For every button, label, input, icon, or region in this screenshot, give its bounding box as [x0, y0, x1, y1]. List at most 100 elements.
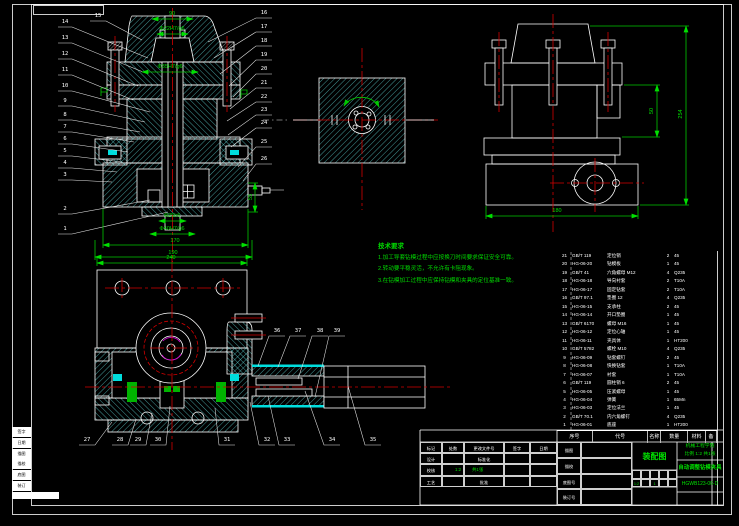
frame-side-cell: 描校 [12, 459, 31, 470]
balloon-number: 17 [260, 24, 268, 30]
balloon-number: 5 [63, 148, 67, 154]
balloon-number: 16 [260, 10, 268, 16]
bom-row: 15 HG-06-15 支承柱 2 45 [561, 303, 680, 309]
elevation-view [483, 14, 644, 232]
bom-row: 10 GB/T 5782 螺栓 M10 4 Q235 [561, 346, 686, 352]
bom-row: 20 HG-06-20 钻模板 1 45 [561, 261, 680, 267]
title-mid-cell [581, 489, 632, 505]
mini-cell [659, 478, 668, 487]
technical-notes: 技术要求 1.加工导套钻模过程中应按换刀时间要求保证安全可靠。 2.转动要平稳灵… [378, 240, 517, 287]
balloon-number: 24 [260, 120, 268, 126]
balloon-number: 26 [260, 156, 268, 162]
dim-text: Φ22H7/g6 [159, 26, 185, 32]
title-mid-cell: 装订号 [557, 489, 581, 505]
note-line: 1.加工导套钻模过程中应按换刀时间要求保证安全可靠。 [378, 255, 517, 261]
balloon-number: 8 [63, 112, 67, 118]
mini-cell [650, 470, 659, 479]
note-line: 3.在钻模加工过程中应保持钻模和夹具的定位基准一致。 [378, 277, 517, 284]
balloon-number: 35 [369, 437, 377, 443]
mini-cell [641, 478, 650, 487]
balloon-number: 38 [316, 328, 324, 334]
bom-row: 21 GB/T 119 定位销 2 45 [561, 253, 680, 258]
balloon-number: 28 [116, 437, 124, 443]
section-view-main [94, 8, 271, 262]
balloon-number: 19 [260, 52, 268, 58]
mini-cell [659, 470, 668, 479]
bom-row: 5 HG-06-05 压紧螺母 1 45 [563, 388, 680, 394]
project-title: 自动调整钻模夹具 [678, 465, 722, 471]
balloon-number: 1 [63, 226, 67, 232]
bom-row: 9 HG-06-09 钻套螺钉 2 45 [563, 354, 680, 360]
title-mid-cell: 描图 [557, 442, 581, 458]
frame-side-cell: 装订 [12, 480, 31, 491]
bom-row: 18 HG-06-18 导向衬套 2 T10A [561, 278, 685, 284]
drawing-name: 装配图 [642, 451, 667, 461]
bom-row: 2 GB/T 70.1 内六角螺钉 4 Q235 [563, 413, 686, 419]
bom-header-cell: 名称 [648, 431, 662, 443]
bom-row: 7 HG-06-07 衬套 1 T10A [563, 371, 685, 377]
bom-header-cell: 材料 [688, 431, 707, 443]
bom-row: 19 GB/T 41 六角螺母 M12 4 Q235 [561, 269, 686, 275]
dim-text: Φ25h6 [163, 213, 181, 219]
org-line2: 比例 1:2 共1张 [684, 452, 716, 457]
bom-row: 16 GB/T 97.1 垫圈 12 4 Q235 [561, 295, 686, 301]
balloon-number: 22 [260, 94, 268, 100]
mini-cell [641, 470, 650, 479]
balloon-number: 4 [63, 160, 67, 166]
dim-text: 90 [168, 11, 176, 17]
org-line1: 机械工程学院 [685, 444, 715, 449]
drawing-code: HGWB123-06-D [681, 481, 719, 487]
balloon-number: 23 [260, 107, 268, 113]
dim-text: 170 [170, 238, 180, 244]
scale-value: 1:2 [455, 467, 462, 472]
balloon-number: 18 [260, 38, 268, 44]
balloon-number: 3 [63, 172, 67, 178]
mini-cell [668, 478, 677, 487]
mini-cell [668, 470, 677, 479]
frame-side-cell: 签字 [12, 427, 31, 437]
balloon-number: 14 [61, 19, 69, 25]
balloon-number: 31 [223, 437, 231, 443]
dim-text: Φ35H7/g6 [157, 64, 183, 70]
bom-row: 6 GB/T 119 圆柱销 6 2 45 [563, 380, 680, 386]
balloon-number: 12 [61, 51, 69, 57]
bom-header-cell: 数量 [661, 431, 689, 443]
balloon-number: 15 [94, 13, 102, 19]
bom-row: 3 HG-06-03 定位法兰 1 45 [563, 405, 680, 411]
bom-table: 21 GB/T 119 定位销 2 45 20 HG-06-20 钻模板 1 45 19 GB/T… [557, 252, 717, 430]
dim-text: 254 [678, 109, 684, 119]
section-view-plate [263, 48, 438, 210]
frame-strip [12, 492, 59, 499]
balloon-number: 7 [63, 124, 67, 130]
balloon-number: 29 [134, 437, 142, 443]
balloon-number: 6 [63, 136, 67, 142]
mini-cell: 1:2 [632, 478, 641, 487]
frame-side-cell: 底图 [12, 470, 31, 481]
bom-row: 17 HG-06-17 固定钻套 2 T10A [561, 286, 685, 292]
balloon-number: 21 [260, 80, 268, 86]
signature-grid: 标记处数更改文件号签字日期 设计标准化 校核 工艺批准 [420, 442, 557, 487]
frame-side-cell: 描图 [12, 448, 31, 459]
sheet-count: 共1张 [472, 467, 484, 472]
mini-cell: 1 [650, 478, 659, 487]
balloon-number: 33 [283, 437, 291, 443]
note-line: 2.转动要平稳灵活，不允许有卡阻现象。 [378, 266, 478, 273]
title-mid-cell [581, 457, 632, 474]
bom-header-cell: 备注 [706, 431, 717, 443]
dim-text: Φ40H7/g6 [159, 226, 185, 232]
balloon-number: 2 [63, 206, 67, 212]
dim-text: 240 [166, 255, 176, 261]
title-mid-cell: 底图号 [557, 473, 581, 490]
notes-title: 技术要求 [378, 243, 404, 250]
balloon-number: 37 [294, 328, 302, 334]
balloon-number: 30 [154, 437, 162, 443]
dim-text: 50 [649, 107, 655, 115]
balloon-number: 9 [63, 98, 67, 104]
title-mid-grid: 描图 描校 底图号 装订号 [557, 442, 632, 505]
bom-row: 4 HG-06-04 弹簧 1 65Mn [563, 396, 686, 402]
frame-side-table: 签字 日期 描图 描校 底图 装订 [12, 427, 31, 492]
bom-row: 8 HG-06-08 快换钻套 1 T10A [563, 363, 685, 369]
bom-row: 14 HG-06-14 开口垫圈 1 45 [561, 312, 680, 318]
bom-row: 11 HG-06-11 夹具体 1 HT200 [562, 337, 688, 343]
bom-row: 12 HG-06-12 定位心轴 1 45 [561, 329, 680, 335]
